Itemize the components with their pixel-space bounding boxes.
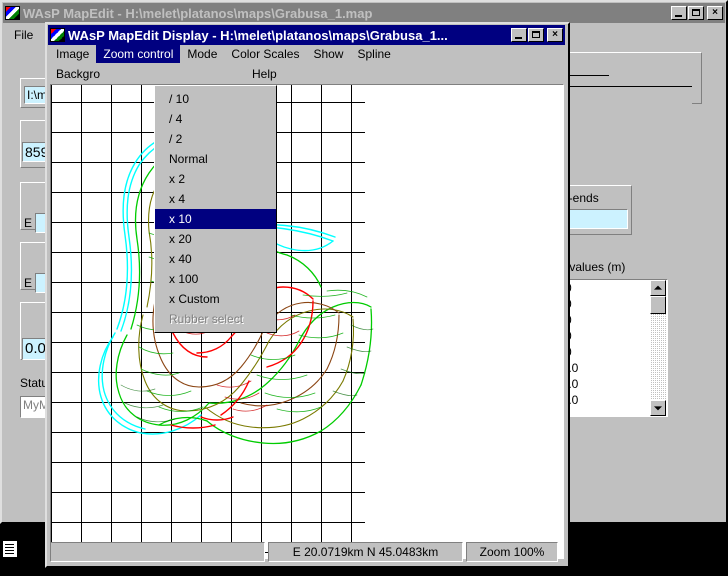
scroll-thumb[interactable] xyxy=(650,296,666,314)
east1-label: E xyxy=(24,216,33,230)
document-icon-2 xyxy=(2,540,18,558)
menu-zoom-control[interactable]: Zoom control xyxy=(96,45,181,63)
close-button[interactable]: × xyxy=(707,6,723,20)
zoom-menu-item-xcustom[interactable]: x Custom xyxy=(155,289,276,309)
zoom-menu-item-x40[interactable]: x 40 xyxy=(155,249,276,269)
menu-mode[interactable]: Mode xyxy=(180,45,224,63)
menu-show[interactable]: Show xyxy=(306,45,350,63)
display-window-controls: × xyxy=(510,28,563,42)
zoom-menu-item-x10[interactable]: x 10 xyxy=(155,209,276,229)
z-values-scrollbar[interactable] xyxy=(650,280,666,416)
zoom-menu-item-x20[interactable]: x 20 xyxy=(155,229,276,249)
scroll-up-button[interactable] xyxy=(650,280,666,296)
display-minimize-button[interactable] xyxy=(511,28,527,42)
menu-spline[interactable]: Spline xyxy=(350,45,397,63)
display-maximize-button[interactable] xyxy=(528,28,544,42)
desktop-icon-bottom[interactable] xyxy=(2,540,18,558)
menu-help[interactable]: Help xyxy=(245,65,284,83)
main-window-controls: × xyxy=(670,6,723,20)
maximize-button[interactable] xyxy=(688,6,704,20)
zoom-menu-item-normal[interactable]: Normal xyxy=(155,149,276,169)
map-canvas[interactable] xyxy=(50,84,564,559)
menu-color-scales[interactable]: Color Scales xyxy=(224,45,306,63)
minimize-button[interactable] xyxy=(671,6,687,20)
display-menubar: Image Zoom control Mode Color Scales Sho… xyxy=(49,44,568,64)
zoom-control-dropdown[interactable]: / 10 / 4 / 2 Normal x 2 x 4 x 10 x 20 x … xyxy=(154,85,277,333)
zoom-menu-item-x4[interactable]: x 4 xyxy=(155,189,276,209)
display-window-titlebar[interactable]: WAsP MapEdit Display - H:\melet\platanos… xyxy=(48,25,565,45)
zoom-menu-item-x2[interactable]: x 2 xyxy=(155,169,276,189)
display-menubar-second-row: Backgro Help xyxy=(49,64,568,84)
display-close-button[interactable]: × xyxy=(547,28,563,42)
zoom-menu-item-rubber-select: Rubber select xyxy=(169,312,244,326)
desktop: ύΑη ς-Π... WAsP MapEdit - H:\melet\plata… xyxy=(0,0,728,576)
scroll-track[interactable] xyxy=(650,314,666,400)
zoom-menu-item-div4[interactable]: / 4 xyxy=(155,109,276,129)
display-app-icon xyxy=(50,28,65,42)
main-window-title: WAsP MapEdit - H:\melet\platanos\maps\Gr… xyxy=(23,5,373,21)
statusbar-zoom: Zoom 100% xyxy=(466,542,558,562)
zoom-menu-item-div10[interactable]: / 10 xyxy=(155,89,276,109)
zoom-menu-item-div2[interactable]: / 2 xyxy=(155,129,276,149)
menu-background[interactable]: Backgro xyxy=(49,65,125,83)
mapedit-display-window: WAsP MapEdit Display - H:\melet\platanos… xyxy=(45,22,570,568)
statusbar-message xyxy=(50,542,265,562)
scroll-down-button[interactable] xyxy=(650,400,666,416)
menu-file[interactable]: File xyxy=(6,26,41,44)
statusbar-coordinates: E 20.0719km N 45.0483km xyxy=(268,542,463,562)
display-window-title: WAsP MapEdit Display - H:\melet\platanos… xyxy=(68,27,448,43)
menu-image[interactable]: Image xyxy=(49,45,96,63)
app-icon xyxy=(5,6,20,20)
status-label: Statu xyxy=(20,376,49,390)
display-statusbar: E 20.0719km N 45.0483km Zoom 100% xyxy=(50,541,564,563)
east2-label: E xyxy=(24,276,33,290)
main-window-titlebar[interactable]: WAsP MapEdit - H:\melet\platanos\maps\Gr… xyxy=(3,3,725,23)
zoom-menu-item-x100[interactable]: x 100 xyxy=(155,269,276,289)
